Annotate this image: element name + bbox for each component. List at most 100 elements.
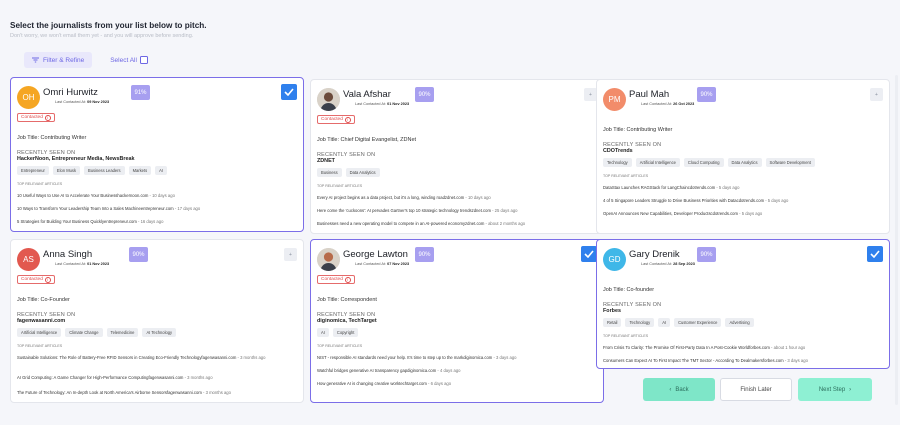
avatar: GD (603, 248, 626, 271)
journalist-name: George Lawton (343, 249, 408, 260)
avatar-initials: OH (22, 93, 35, 102)
topic-tag: Data Analytics (345, 168, 380, 177)
chevron-right-icon: › (849, 386, 852, 393)
journalist-card[interactable]: PM Paul Mah Last Contacted At: 26 Oct 20… (596, 79, 890, 234)
topic-tag: Customer Experience (674, 318, 722, 327)
article-link[interactable]: Consumers Can Expect AI To First Impact … (603, 357, 885, 365)
select-all-label: Select All (110, 56, 137, 64)
filter-icon (32, 57, 39, 63)
select-checkbox-checked[interactable] (281, 84, 297, 100)
topic-tag: Software Development (765, 158, 815, 167)
topic-tag: Retail (603, 318, 622, 327)
add-journalist-button[interactable]: + (870, 88, 883, 101)
avatar-initials: PM (608, 95, 621, 104)
last-contacted: Last Contacted At: 07 Nov 2023 (355, 262, 410, 266)
finish-later-button[interactable]: Finish Later (720, 378, 792, 401)
outlets: HackerNoon, Entrepreneur Media, NewsBrea… (17, 156, 135, 162)
match-score-badge: 90% (697, 87, 716, 102)
topic-tags: Technology Artificial Intelligence Cloud C… (603, 158, 815, 167)
article-link[interactable]: NIST - responsible AI standards need you… (317, 354, 599, 362)
outlets: ZDNET (317, 158, 335, 164)
job-title: Job Title: Co-founder (603, 287, 655, 293)
job-title: Job Title: Contributing Writer (603, 127, 673, 133)
avatar: PM (603, 88, 626, 111)
topic-tag: Technology (625, 318, 655, 327)
last-contacted: Last Contacted At: 09 Nov 2023 (55, 100, 110, 104)
info-icon[interactable]: i (344, 276, 351, 283)
journalist-card[interactable]: OH Omri Hurwitz Last Contacted At: 09 No… (10, 77, 304, 232)
avatar (317, 88, 340, 111)
back-button[interactable]: ‹ Back (643, 378, 715, 401)
article-link[interactable]: 10 Ways to Transform Your Leadership Tea… (17, 205, 299, 213)
journalist-name: Omri Hurwitz (43, 87, 98, 98)
article-link[interactable]: Businesses need a new operating model to… (317, 220, 599, 228)
filter-refine-button[interactable]: Filter & Refine (24, 52, 93, 68)
topic-tag: AI (317, 328, 329, 337)
info-icon[interactable]: i (344, 116, 351, 123)
top-articles-label: TOP RELEVANT ARTICLES (17, 344, 63, 348)
article-link[interactable]: Watchful bridges generative AI transpare… (317, 367, 599, 375)
avatar: OH (17, 86, 40, 109)
article-link[interactable]: Sustainable Solutions: The Role of Batte… (17, 354, 299, 362)
journalist-card[interactable]: AS Anna Singh Last Contacted At: 01 Nov … (10, 239, 304, 403)
article-link[interactable]: AI Grid Computing: A Game Changer for Hi… (17, 374, 299, 382)
job-title: Job Title: Contributing Writer (17, 135, 87, 141)
article-link[interactable]: 4 of 5 Singapore Leaders Struggle to Dri… (603, 197, 885, 205)
next-step-button[interactable]: Next Step › (798, 378, 872, 401)
next-step-label: Next Step (818, 386, 846, 393)
outlets: Forbes (603, 308, 621, 314)
topic-tag: Artificial Intelligence (635, 158, 680, 167)
article-link[interactable]: 10 Useful Ways to Use AI to Accelerate Y… (17, 192, 299, 200)
topic-tag: Artificial Intelligence (17, 328, 62, 337)
checkmark-icon (870, 250, 880, 258)
page-title: Select the journalists from your list be… (10, 21, 207, 30)
back-label: Back (675, 386, 689, 393)
article-link[interactable]: DataStax Launches RAGStack for LangChain… (603, 184, 885, 192)
topic-tags: Business Data Analytics (317, 168, 380, 177)
page-subtitle: Don't worry, we won't email them yet - a… (10, 33, 194, 39)
topic-tags: Entrepreneur Elon Musk Business Leaders Mar… (17, 166, 168, 175)
article-link[interactable]: From Crisis To Clarity: The Promise Of F… (603, 344, 885, 352)
topic-tag: Telemedicine (106, 328, 139, 337)
outlets: diginomica, TechTarget (317, 318, 377, 324)
plus-icon: + (589, 91, 592, 98)
article-link[interactable]: How generative AI is changing creative w… (317, 380, 599, 388)
outlets: CDOTrends (603, 148, 633, 154)
article-link[interactable]: 5 Strategies for Building Your Business … (17, 218, 299, 226)
match-score-badge: 90% (415, 87, 434, 102)
article-link[interactable]: Every AI project begins as a data projec… (317, 194, 599, 202)
match-score-badge: 90% (415, 247, 434, 262)
last-contacted: Last Contacted At: 01 Nov 2023 (355, 102, 410, 106)
checkmark-icon (584, 250, 594, 258)
topic-tag: Elon Musk (52, 166, 81, 175)
filter-refine-label: Filter & Refine (43, 56, 85, 64)
info-icon[interactable]: i (44, 114, 51, 121)
avatar-initials: GD (608, 255, 621, 264)
job-title: Job Title: Chief Digital Evangelist, ZDN… (317, 137, 417, 143)
journalist-card[interactable]: GD Gary Drenik Last Contacted At: 28 Sep… (596, 239, 890, 369)
topic-tags: Artificial Intelligence Climate Change Tel… (17, 328, 177, 337)
info-icon[interactable]: i (44, 276, 51, 283)
contacted-label: Contacted (21, 277, 43, 282)
select-checkbox-checked[interactable] (581, 246, 597, 262)
journalist-card[interactable]: Vala Afshar Last Contacted At: 01 Nov 20… (310, 79, 604, 234)
article-link[interactable]: Here come the 'cuckoons': AI pervades Ga… (317, 207, 599, 215)
journalist-card[interactable]: George Lawton Last Contacted At: 07 Nov … (310, 239, 604, 403)
topic-tag: AI (155, 166, 168, 175)
article-link[interactable]: The Future of Technology: An In-depth Lo… (17, 389, 299, 397)
topic-tag: Advertising (725, 318, 754, 327)
topic-tag: Data Analytics (727, 158, 762, 167)
top-articles-label: TOP RELEVANT ARTICLES (603, 174, 649, 178)
avatar: AS (17, 248, 40, 271)
contacted-label: Contacted (321, 277, 343, 282)
article-link[interactable]: OpenAI Announces New Capabilities, Devel… (603, 210, 885, 218)
checkmark-icon (284, 88, 294, 96)
select-checkbox-checked[interactable] (867, 246, 883, 262)
finish-later-label: Finish Later (740, 386, 772, 393)
scrollbar[interactable] (895, 75, 898, 405)
journalist-name: Vala Afshar (343, 89, 391, 100)
add-journalist-button[interactable]: + (284, 248, 297, 261)
match-score-badge: 90% (697, 247, 716, 262)
select-all-toggle[interactable]: Select All (110, 56, 148, 64)
select-all-checkbox[interactable] (139, 56, 148, 64)
